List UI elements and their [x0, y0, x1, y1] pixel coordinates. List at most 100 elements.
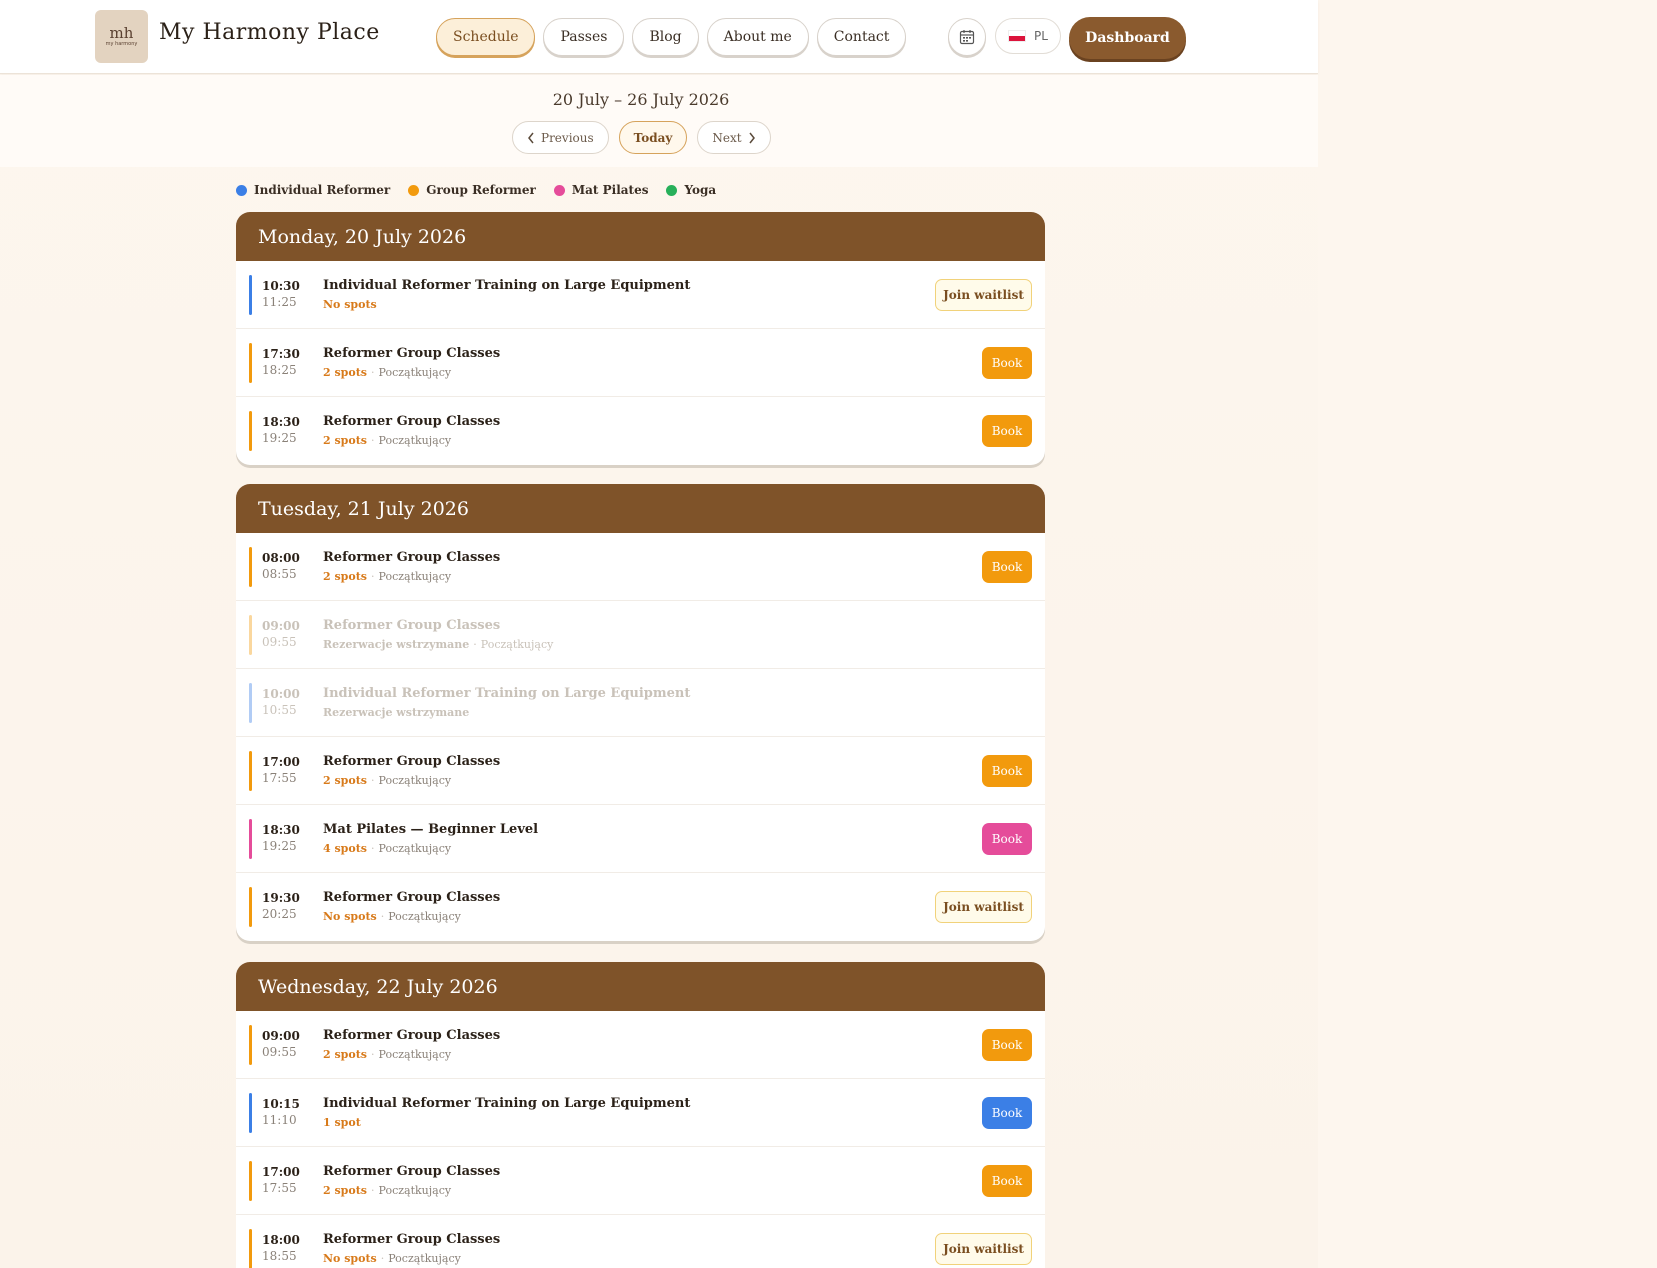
- class-type-bar: [249, 1229, 252, 1268]
- join-waitlist-button[interactable]: Join waitlist: [935, 279, 1032, 311]
- class-level: Początkujący: [480, 638, 554, 651]
- class-meta: 2 spots · Początkujący: [323, 431, 500, 451]
- end-time: 19:25: [262, 431, 297, 445]
- class-type-bar: [249, 411, 252, 451]
- class-type-bar: [249, 275, 252, 315]
- spots-count: 2 spots: [323, 1184, 367, 1197]
- class-info: Reformer Group Classes 2 spots · Początkują…: [323, 1027, 500, 1065]
- class-title: Individual Reformer Training on Large Eq…: [323, 278, 691, 293]
- nav-passes[interactable]: Passes: [543, 18, 625, 56]
- class-times: 18:30 19:25: [262, 414, 300, 446]
- start-time: 09:00: [262, 1029, 300, 1043]
- week-navigation: 20 July – 26 July 2026 Previous Today Ne…: [0, 75, 1318, 167]
- book-button[interactable]: Book: [982, 415, 1032, 447]
- class-title: Reformer Group Classes: [323, 1164, 501, 1179]
- legend-label: Mat Pilates: [571, 183, 649, 197]
- day-heading: Wednesday, 22 July 2026: [236, 962, 1045, 1011]
- day-heading: Monday, 20 July 2026: [236, 212, 1045, 261]
- class-info: Reformer Group Classes No spots · Początkuj…: [323, 889, 500, 927]
- book-button[interactable]: Book: [982, 1097, 1032, 1129]
- start-time: 08:00: [262, 551, 300, 565]
- class-times: 17:00 17:55: [262, 754, 300, 786]
- previous-week-button[interactable]: Previous: [512, 121, 609, 154]
- join-waitlist-button[interactable]: Join waitlist: [935, 891, 1032, 923]
- separator: ·: [380, 910, 385, 923]
- end-time: 11:25: [262, 295, 297, 309]
- spots-count: 1 spot: [323, 1116, 361, 1129]
- class-times: 10:30 11:25: [262, 278, 300, 310]
- class-times: 19:30 20:25: [262, 890, 300, 922]
- class-info: Reformer Group Classes 2 spots · Początkują…: [323, 549, 500, 587]
- spots-count: No spots: [323, 910, 377, 923]
- nav-schedule[interactable]: Schedule: [436, 18, 536, 56]
- nav-about[interactable]: About me: [706, 18, 809, 56]
- brand-name[interactable]: My Harmony Place: [159, 20, 380, 45]
- class-row: 10:15 11:10 Individual Reformer Training o…: [236, 1079, 1045, 1147]
- logo[interactable]: mh my harmony: [95, 10, 148, 63]
- book-button[interactable]: Book: [982, 551, 1032, 583]
- class-title: Reformer Group Classes: [323, 890, 501, 905]
- class-meta: Rezerwacje wstrzymane: [323, 703, 690, 723]
- week-range: 20 July – 26 July 2026: [552, 90, 730, 109]
- spots-count: No spots: [323, 1252, 377, 1265]
- book-button[interactable]: Book: [982, 755, 1032, 787]
- class-info: Reformer Group Classes 2 spots · Początkują…: [323, 1163, 500, 1201]
- dashboard-button[interactable]: Dashboard: [1069, 17, 1186, 59]
- book-button[interactable]: Book: [982, 1165, 1032, 1197]
- next-week-button[interactable]: Next: [697, 121, 771, 154]
- chevron-right-icon: [748, 132, 755, 143]
- book-button[interactable]: Book: [982, 823, 1032, 855]
- end-time: 20:25: [262, 907, 297, 921]
- start-time: 19:30: [262, 891, 300, 905]
- class-title: Mat Pilates — Beginner Level: [323, 822, 539, 837]
- calendar-icon: [959, 30, 975, 45]
- class-info: Individual Reformer Training on Large Eq…: [323, 277, 690, 315]
- day-card: Wednesday, 22 July 2026 09:00 09:55 Reforme…: [236, 962, 1045, 1268]
- join-waitlist-button[interactable]: Join waitlist: [935, 1233, 1032, 1265]
- start-time: 10:30: [262, 279, 300, 293]
- class-type-bar: [249, 615, 252, 655]
- class-type-bar: [249, 1161, 252, 1201]
- class-times: 10:00 10:55: [262, 686, 300, 718]
- class-info: Reformer Group Classes Rezerwacje wstrzym…: [323, 617, 553, 655]
- spots-count: Rezerwacje wstrzymane: [323, 706, 470, 719]
- class-level: Początkujący: [378, 1184, 452, 1197]
- class-times: 09:00 09:55: [262, 618, 300, 650]
- class-meta: Rezerwacje wstrzymane · Początkujący: [323, 635, 553, 655]
- language-label: PL: [1034, 29, 1048, 43]
- class-level: Początkujący: [378, 366, 452, 379]
- nav-contact[interactable]: Contact: [816, 18, 907, 56]
- logo-text: my harmony: [105, 41, 138, 47]
- class-times: 18:30 19:25: [262, 822, 300, 854]
- class-row: 18:30 19:25 Mat Pilates — Beginner Level 4 …: [236, 805, 1045, 873]
- day-card: Tuesday, 21 July 2026 08:00 08:55 Reformer …: [236, 484, 1045, 941]
- class-level: Początkujący: [378, 842, 452, 855]
- separator: ·: [370, 1184, 375, 1197]
- spots-count: 2 spots: [323, 774, 367, 787]
- today-button[interactable]: Today: [618, 121, 688, 154]
- end-time: 18:55: [262, 1249, 297, 1263]
- start-time: 18:00: [262, 1233, 300, 1247]
- class-level: Początkujący: [378, 1048, 452, 1061]
- language-switch[interactable]: PL: [995, 18, 1061, 54]
- class-meta: 2 spots · Początkujący: [323, 1181, 500, 1201]
- class-level: Początkujący: [378, 774, 452, 787]
- class-row: 18:00 18:55 Reformer Group Classes No spots…: [236, 1215, 1045, 1268]
- class-times: 17:30 18:25: [262, 346, 300, 378]
- book-button[interactable]: Book: [982, 1029, 1032, 1061]
- calendar-button[interactable]: [948, 18, 986, 56]
- class-type-bar: [249, 819, 252, 859]
- class-row: 17:00 17:55 Reformer Group Classes 2 spots ·…: [236, 737, 1045, 805]
- nav-blog[interactable]: Blog: [632, 18, 699, 56]
- book-button[interactable]: Book: [982, 347, 1032, 379]
- spots-count: 2 spots: [323, 434, 367, 447]
- legend-label: Yoga: [684, 183, 717, 197]
- legend-item: Mat Pilates: [553, 183, 649, 197]
- legend-dot: [666, 184, 678, 196]
- class-level: Początkujący: [388, 910, 461, 923]
- class-type-bar: [249, 751, 252, 791]
- spots-count: 2 spots: [323, 1048, 367, 1061]
- start-time: 18:30: [262, 415, 300, 429]
- spots-count: 2 spots: [323, 570, 367, 583]
- class-type-bar: [249, 887, 252, 927]
